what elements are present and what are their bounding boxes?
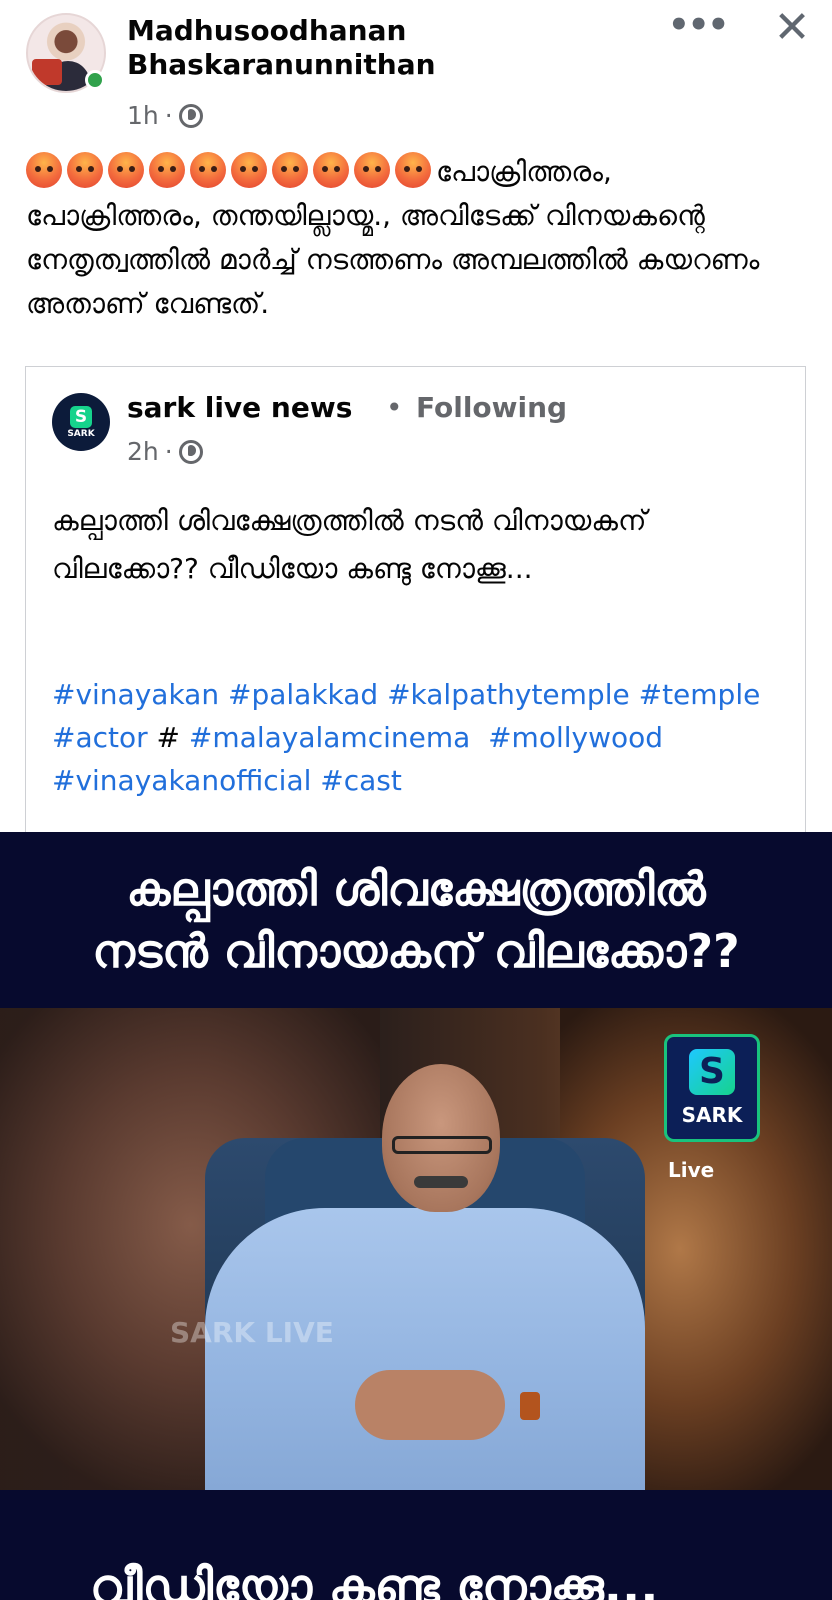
video-title-banner[interactable]: കല്പാത്തി ശിവക്ഷേത്രത്തിൽ നടൻ വിനായകന് വ… [0,832,832,1008]
post-body: പോക്രിത്തരം, പോക്രിത്തരം, തന്തയില്ലായ്മ.… [26,150,816,326]
globe-icon [178,103,203,128]
mustache [414,1176,468,1188]
angry-face-icon [149,152,185,188]
hashtag-link[interactable]: #palakkad [228,678,378,711]
close-icon[interactable]: ✕ [772,6,812,50]
page-name[interactable]: sark live news [127,391,352,424]
following-button[interactable]: Following [416,391,567,424]
post-text: പോക്രിത്തരം, തന്തയില്ലായ്മ., അവിടേക്ക് വ… [26,199,760,320]
hashtags: #vinayakan #palakkad #kalpathytemple #te… [52,673,802,802]
logo-text: SARK [681,1103,743,1127]
banner-line-1: കല്പാത്തി ശിവക്ഷേത്രത്തിൽ [126,862,706,916]
bottom-banner-text: വീഡിയോ കണ്ടു നോക്കൂ... [90,1559,659,1600]
hashtag-link[interactable]: #temple [639,678,761,711]
globe-icon [178,439,203,464]
shared-meta: 2h · [127,437,203,466]
post-header: Madhusoodhanan Bhaskaranunnithan 1h · ••… [0,0,832,150]
hashtag-plain: # [156,721,181,754]
angry-face-icon [354,152,390,188]
post-time[interactable]: 1h [127,101,159,130]
presenter-body [205,1208,645,1490]
hashtag-link[interactable]: #cast [320,764,402,797]
sark-s-icon: S [689,1049,735,1095]
angry-emoji-row [26,152,436,188]
angry-face-icon [231,152,267,188]
angry-face-icon [26,152,62,188]
avatar-label: SARK [67,428,95,439]
follow-separator: • [386,391,403,424]
angry-face-icon [67,152,103,188]
hashtag-link[interactable]: #malayalamcinema [189,721,470,754]
page-avatar[interactable]: S SARK [52,393,110,451]
video-watermark: SARK LIVE [170,1316,334,1349]
shared-meta-separator: · [164,437,173,466]
online-status-dot [85,70,105,90]
wristwatch [520,1392,540,1420]
video-thumbnail[interactable]: SARK LIVE S SARK Live [0,1008,832,1490]
meta-separator: · [164,101,173,130]
banner-line-2: നടൻ വിനായകന് വിലക്കോ?? [92,924,740,978]
angry-face-icon [272,152,308,188]
angry-face-icon [190,152,226,188]
angry-face-icon [313,152,349,188]
clasped-hands [355,1370,505,1440]
video-bottom-banner[interactable]: വീഡിയോ കണ്ടു നോക്കൂ... [0,1490,832,1600]
author-name[interactable]: Madhusoodhanan Bhaskaranunnithan [127,14,647,82]
post-text-line1: പോക്രിത്തരം, [436,155,612,188]
shared-post-card[interactable]: S SARK sark live news • Following 2h · ക… [25,366,806,836]
live-label: Live [668,1158,715,1182]
shared-text: കല്പാത്തി ശിവക്ഷേത്രത്തിൽ നടൻ വിനായകന് വ… [52,504,647,585]
sark-logo: S SARK [664,1034,760,1142]
hashtag-link[interactable]: #mollywood [488,721,663,754]
hashtag-link[interactable]: #actor [52,721,148,754]
avatar-inset-photo [32,59,62,85]
hashtag-link[interactable]: #vinayakan [52,678,219,711]
glasses [392,1136,492,1154]
angry-face-icon [395,152,431,188]
hashtag-link[interactable]: #kalpathytemple [387,678,630,711]
hashtag-link[interactable]: #vinayakanofficial [52,764,311,797]
more-options-icon[interactable]: ••• [668,8,729,50]
shared-time[interactable]: 2h [127,437,159,466]
post-meta: 1h · [127,101,203,130]
sark-s-icon: S [70,405,92,428]
angry-face-icon [108,152,144,188]
